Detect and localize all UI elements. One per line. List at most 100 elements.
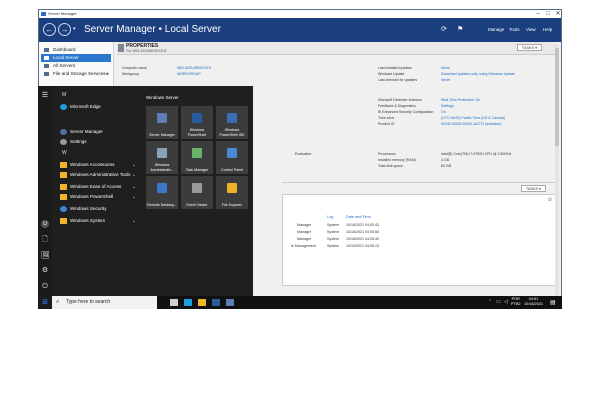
file-explorer-icon[interactable] — [198, 299, 206, 306]
folder-icon — [60, 184, 67, 190]
scrollbar-thumb[interactable] — [555, 48, 559, 146]
server-manager-icon[interactable] — [226, 299, 234, 306]
back-button[interactable]: ← — [43, 23, 56, 36]
sidebar-item-file-storage[interactable]: File and Storage Services ▸ — [41, 70, 111, 78]
start-tile-label: Windows PowerShell — [187, 128, 207, 137]
start-app-label: Windows PowerShell — [70, 194, 114, 199]
tile-group-header[interactable]: Windows Server — [146, 95, 179, 100]
menu-help[interactable]: Help — [543, 27, 552, 32]
start-app-item[interactable]: Microsoft Edge — [56, 102, 136, 112]
notifications-flag-icon[interactable]: ⚑ — [457, 25, 463, 33]
start-tile-label: Remote Desktop... — [147, 202, 177, 207]
chevron-down-icon: ⌄ — [131, 184, 136, 190]
event-source: le Management — [291, 244, 316, 248]
properties-header: PROPERTIES For WIN-3ZSU6R0EV2H1 TASKS ▾ — [117, 42, 555, 55]
column-header-log[interactable]: Log — [327, 215, 333, 219]
computer-name-link[interactable]: WIN-3ZSU6R0EV2H1 — [177, 66, 211, 70]
powershell-icon[interactable] — [212, 299, 220, 306]
chevron-down-icon: ⌄ — [131, 162, 136, 168]
expand-circle-icon[interactable]: ⊙ — [548, 197, 552, 203]
list-letter-w[interactable]: W — [62, 150, 67, 156]
start-button[interactable]: ⊞ — [38, 296, 52, 309]
start-tile[interactable]: Event Viewer — [181, 176, 213, 209]
start-app-item[interactable]: Windows Ease of Access ⌄ — [56, 182, 136, 192]
tray-overflow-icon[interactable]: ⌃ — [488, 299, 492, 305]
start-app-item[interactable]: Windows PowerShell ⌄ — [56, 192, 136, 202]
start-app-item[interactable]: Windows Administrative Tools ⌄ — [56, 170, 136, 180]
start-app-item[interactable]: Server Manager — [56, 127, 136, 137]
start-tile[interactable]: Windows PowerShell ISE — [216, 106, 248, 139]
start-app-item[interactable]: Windows Security — [56, 204, 136, 214]
lang-sub: PTB2 — [511, 302, 521, 306]
prop-windows-update: Windows Update Download updates only, us… — [378, 72, 515, 76]
input-language[interactable]: POR PTB2 — [511, 297, 521, 307]
maximize-button[interactable]: □ — [543, 10, 553, 18]
clock-date: 10/16/2021 — [524, 302, 544, 306]
menu-manage[interactable]: Manage — [488, 27, 504, 32]
start-app-item[interactable]: Windows System ⌄ — [56, 216, 136, 226]
user-avatar-icon[interactable]: U — [41, 220, 49, 228]
sidebar-item-dashboard[interactable]: Dashboard — [41, 46, 111, 54]
sidebar-item-all-servers[interactable]: All Servers — [41, 62, 111, 70]
event-log: System — [327, 230, 339, 234]
workgroup-link[interactable]: WORKGROUP — [177, 72, 201, 76]
feedback-link[interactable]: Settings — [441, 104, 454, 108]
server-manager-icon — [60, 129, 67, 135]
start-app-label: Windows Ease of Access — [70, 184, 122, 189]
dashboard-icon — [44, 48, 49, 52]
sidebar-item-local-server[interactable]: Local Server — [41, 54, 111, 62]
start-tile[interactable]: Windows PowerShell — [181, 106, 213, 139]
title-bar: Server Manager – □ ✕ — [39, 10, 561, 18]
history-dropdown-icon[interactable]: ▾ — [73, 26, 76, 32]
windows-update-link[interactable]: Download updates only, using Windows Upd… — [441, 72, 515, 76]
notification-center-icon[interactable]: ▤ — [550, 299, 556, 306]
chevron-right-icon[interactable]: ▸ — [106, 70, 109, 78]
start-tile[interactable]: Remote Desktop... — [146, 176, 178, 209]
task-view-icon[interactable] — [170, 299, 178, 306]
documents-icon[interactable]: 🗋 — [41, 236, 49, 244]
edge-icon[interactable] — [184, 299, 192, 306]
start-app-label: Windows System — [70, 218, 106, 223]
start-app-item[interactable]: Settings — [56, 137, 136, 147]
volume-icon[interactable]: ◁ — [504, 299, 508, 305]
product-id-link[interactable]: 00430-30000-00001-AA772 (activated) — [441, 122, 502, 126]
start-tile[interactable]: Task Manager — [181, 141, 213, 174]
menu-view[interactable]: View — [526, 27, 536, 32]
time-zone-link[interactable]: (UTC-08:00) Pacific Time (US & Canada) — [441, 116, 505, 120]
events-tasks-button[interactable]: TASKS ▾ — [521, 185, 546, 192]
power-icon[interactable]: ⏻ — [41, 283, 49, 291]
clock[interactable]: 04:51 10/16/2021 — [524, 297, 543, 307]
start-tile[interactable]: File Explorer — [216, 176, 248, 209]
menu-tools[interactable]: Tools — [509, 27, 520, 32]
defender-link[interactable]: Real-Time Protection: On — [441, 98, 480, 102]
forward-button[interactable]: → — [58, 23, 71, 36]
start-app-item[interactable]: Windows Accessories ⌄ — [56, 160, 136, 170]
last-installed-link[interactable]: Never — [441, 66, 450, 70]
start-tile-label: Windows PowerShell ISE — [219, 128, 245, 137]
prop-last-checked: Last checked for updates Never — [378, 78, 450, 82]
vertical-scrollbar[interactable] — [555, 44, 559, 298]
minimize-button[interactable]: – — [533, 10, 543, 18]
ie-esc-link[interactable]: On — [441, 110, 446, 114]
pictures-icon[interactable]: 🖼 — [41, 252, 50, 260]
event-log: System — [327, 244, 339, 248]
start-rail: ☰ U 🗋 🖼 ⚙ ⏻ — [38, 86, 52, 296]
properties-subtitle: For WIN-3ZSU6R0EV2H1 — [126, 49, 167, 53]
prop-key: Product ID — [378, 122, 395, 126]
close-button[interactable]: ✕ — [553, 10, 561, 18]
properties-tasks-button[interactable]: TASKS ▾ — [517, 44, 542, 51]
hamburger-menu-icon[interactable]: ☰ — [41, 92, 49, 100]
column-header-date-time[interactable]: Date and Time — [346, 215, 371, 219]
refresh-icon[interactable]: ⟳ — [441, 25, 447, 33]
list-letter-m[interactable]: M — [62, 92, 66, 98]
start-tile[interactable]: Control Panel — [216, 141, 248, 174]
network-icon[interactable]: ▭ — [496, 299, 501, 305]
start-tile[interactable]: Server Manager — [146, 106, 178, 139]
search-box[interactable]: ⌕ Type here to search — [52, 296, 157, 309]
settings-gear-icon[interactable]: ⚙ — [41, 267, 49, 275]
start-tile[interactable]: Windows Administrativ... — [146, 141, 178, 174]
folder-icon — [60, 162, 67, 168]
remote-desktop-icon — [157, 183, 167, 193]
prop-last-installed-updates: Last installed updates Never — [378, 66, 450, 70]
last-checked-link[interactable]: Never — [441, 78, 450, 82]
